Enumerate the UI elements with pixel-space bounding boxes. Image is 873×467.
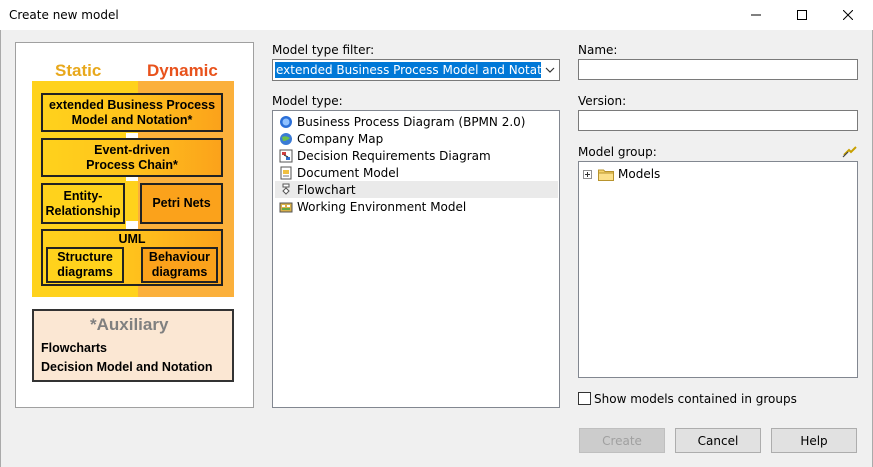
column-gap	[126, 221, 138, 229]
auxiliary-item-dmn: Decision Model and Notation	[41, 360, 213, 374]
window-title: Create new model	[9, 8, 119, 22]
list-item-bpmn[interactable]: Business Process Diagram (BPMN 2.0)	[275, 113, 558, 130]
auxiliary-item-flowcharts: Flowcharts	[41, 341, 107, 355]
model-types-overview-diagram: Static Dynamic extended Business Process…	[15, 42, 254, 408]
auxiliary-title: *Auxiliary	[90, 315, 169, 334]
title-bar: Create new model	[0, 0, 873, 30]
decision-requirements-icon	[279, 149, 293, 162]
structure-line1: Structure	[57, 250, 113, 264]
name-label: Name:	[578, 43, 618, 57]
help-button[interactable]: Help	[771, 428, 857, 453]
maximize-icon	[797, 10, 807, 20]
ebpmn-box: extended Business Process Model and Notat…	[41, 93, 223, 132]
chevron-down-icon	[545, 67, 555, 73]
tree-node-models[interactable]: Models	[583, 166, 660, 182]
structure-diagrams-box: Structure diagrams	[46, 247, 124, 283]
list-item-decision-requirements[interactable]: Decision Requirements Diagram	[275, 147, 558, 164]
model-type-filter-value: extended Business Process Model and Nota…	[275, 62, 541, 78]
behaviour-line1: Behaviour	[148, 250, 211, 264]
folder-icon	[598, 169, 614, 181]
flowchart-icon	[282, 183, 290, 195]
list-item-label: Working Environment Model	[297, 199, 467, 214]
list-item-label: Flowchart	[297, 182, 356, 197]
list-item-document-model[interactable]: Document Model	[275, 164, 558, 181]
model-group-label: Model group:	[578, 145, 657, 159]
ebpmn-line1: extended Business Process	[48, 97, 216, 112]
list-item-label: Document Model	[297, 165, 400, 180]
maximize-button[interactable]	[779, 0, 825, 30]
list-item-label: Company Map	[297, 131, 384, 146]
dynamic-heading: Dynamic	[147, 61, 218, 80]
company-map-icon	[280, 132, 292, 145]
version-label: Version:	[578, 94, 627, 108]
epc-box: Event-driven Process Chain*	[41, 138, 223, 177]
list-item-flowchart[interactable]: Flowchart	[275, 181, 558, 198]
show-models-label[interactable]: Show models contained in groups	[594, 392, 797, 406]
model-type-filter-label: Model type filter:	[272, 43, 375, 57]
er-box: Entity- Relationship	[41, 183, 125, 224]
uml-label: UML	[118, 232, 146, 246]
tree-node-label: Models	[618, 167, 661, 181]
expand-icon[interactable]	[583, 169, 592, 179]
epc-line2: Process Chain*	[86, 157, 178, 172]
behaviour-line2: diagrams	[151, 265, 208, 279]
ebpmn-line2: Model and Notation*	[71, 112, 193, 127]
minimize-icon	[751, 14, 761, 16]
static-heading: Static	[55, 61, 102, 80]
petri-nets-label: Petri Nets	[152, 196, 211, 210]
list-item-label: Decision Requirements Diagram	[297, 148, 491, 163]
document-model-icon	[280, 166, 292, 179]
minimize-button[interactable]	[733, 0, 779, 30]
behaviour-diagrams-box: Behaviour diagrams	[141, 247, 218, 283]
structure-line2: diagrams	[57, 265, 113, 279]
list-item-company-map[interactable]: Company Map	[275, 130, 558, 147]
cancel-button[interactable]: Cancel	[675, 428, 761, 453]
show-models-checkbox[interactable]	[578, 392, 591, 405]
link-icon[interactable]	[842, 146, 858, 158]
working-environment-icon	[279, 202, 293, 212]
list-item-working-environment[interactable]: Working Environment Model	[275, 198, 558, 215]
petri-nets-box: Petri Nets	[140, 183, 223, 224]
er-line2: Relationship	[45, 203, 121, 218]
model-type-list[interactable]: Business Process Diagram (BPMN 2.0) Comp…	[272, 110, 560, 408]
create-button[interactable]: Create	[579, 428, 665, 453]
name-field[interactable]	[578, 59, 858, 80]
close-icon	[843, 10, 853, 20]
model-type-filter-select[interactable]: extended Business Process Model and Nota…	[272, 59, 560, 81]
model-type-label: Model type:	[272, 94, 343, 108]
auxiliary-box: *Auxiliary Flowcharts Decision Model and…	[32, 309, 234, 382]
list-item-label: Business Process Diagram (BPMN 2.0)	[297, 114, 526, 129]
er-line1: Entity-	[63, 188, 103, 203]
epc-line1: Event-driven	[94, 142, 170, 157]
version-field[interactable]	[578, 110, 858, 131]
model-group-tree[interactable]: Models	[578, 161, 858, 378]
bpmn-icon	[280, 115, 292, 128]
close-button[interactable]	[825, 0, 871, 30]
